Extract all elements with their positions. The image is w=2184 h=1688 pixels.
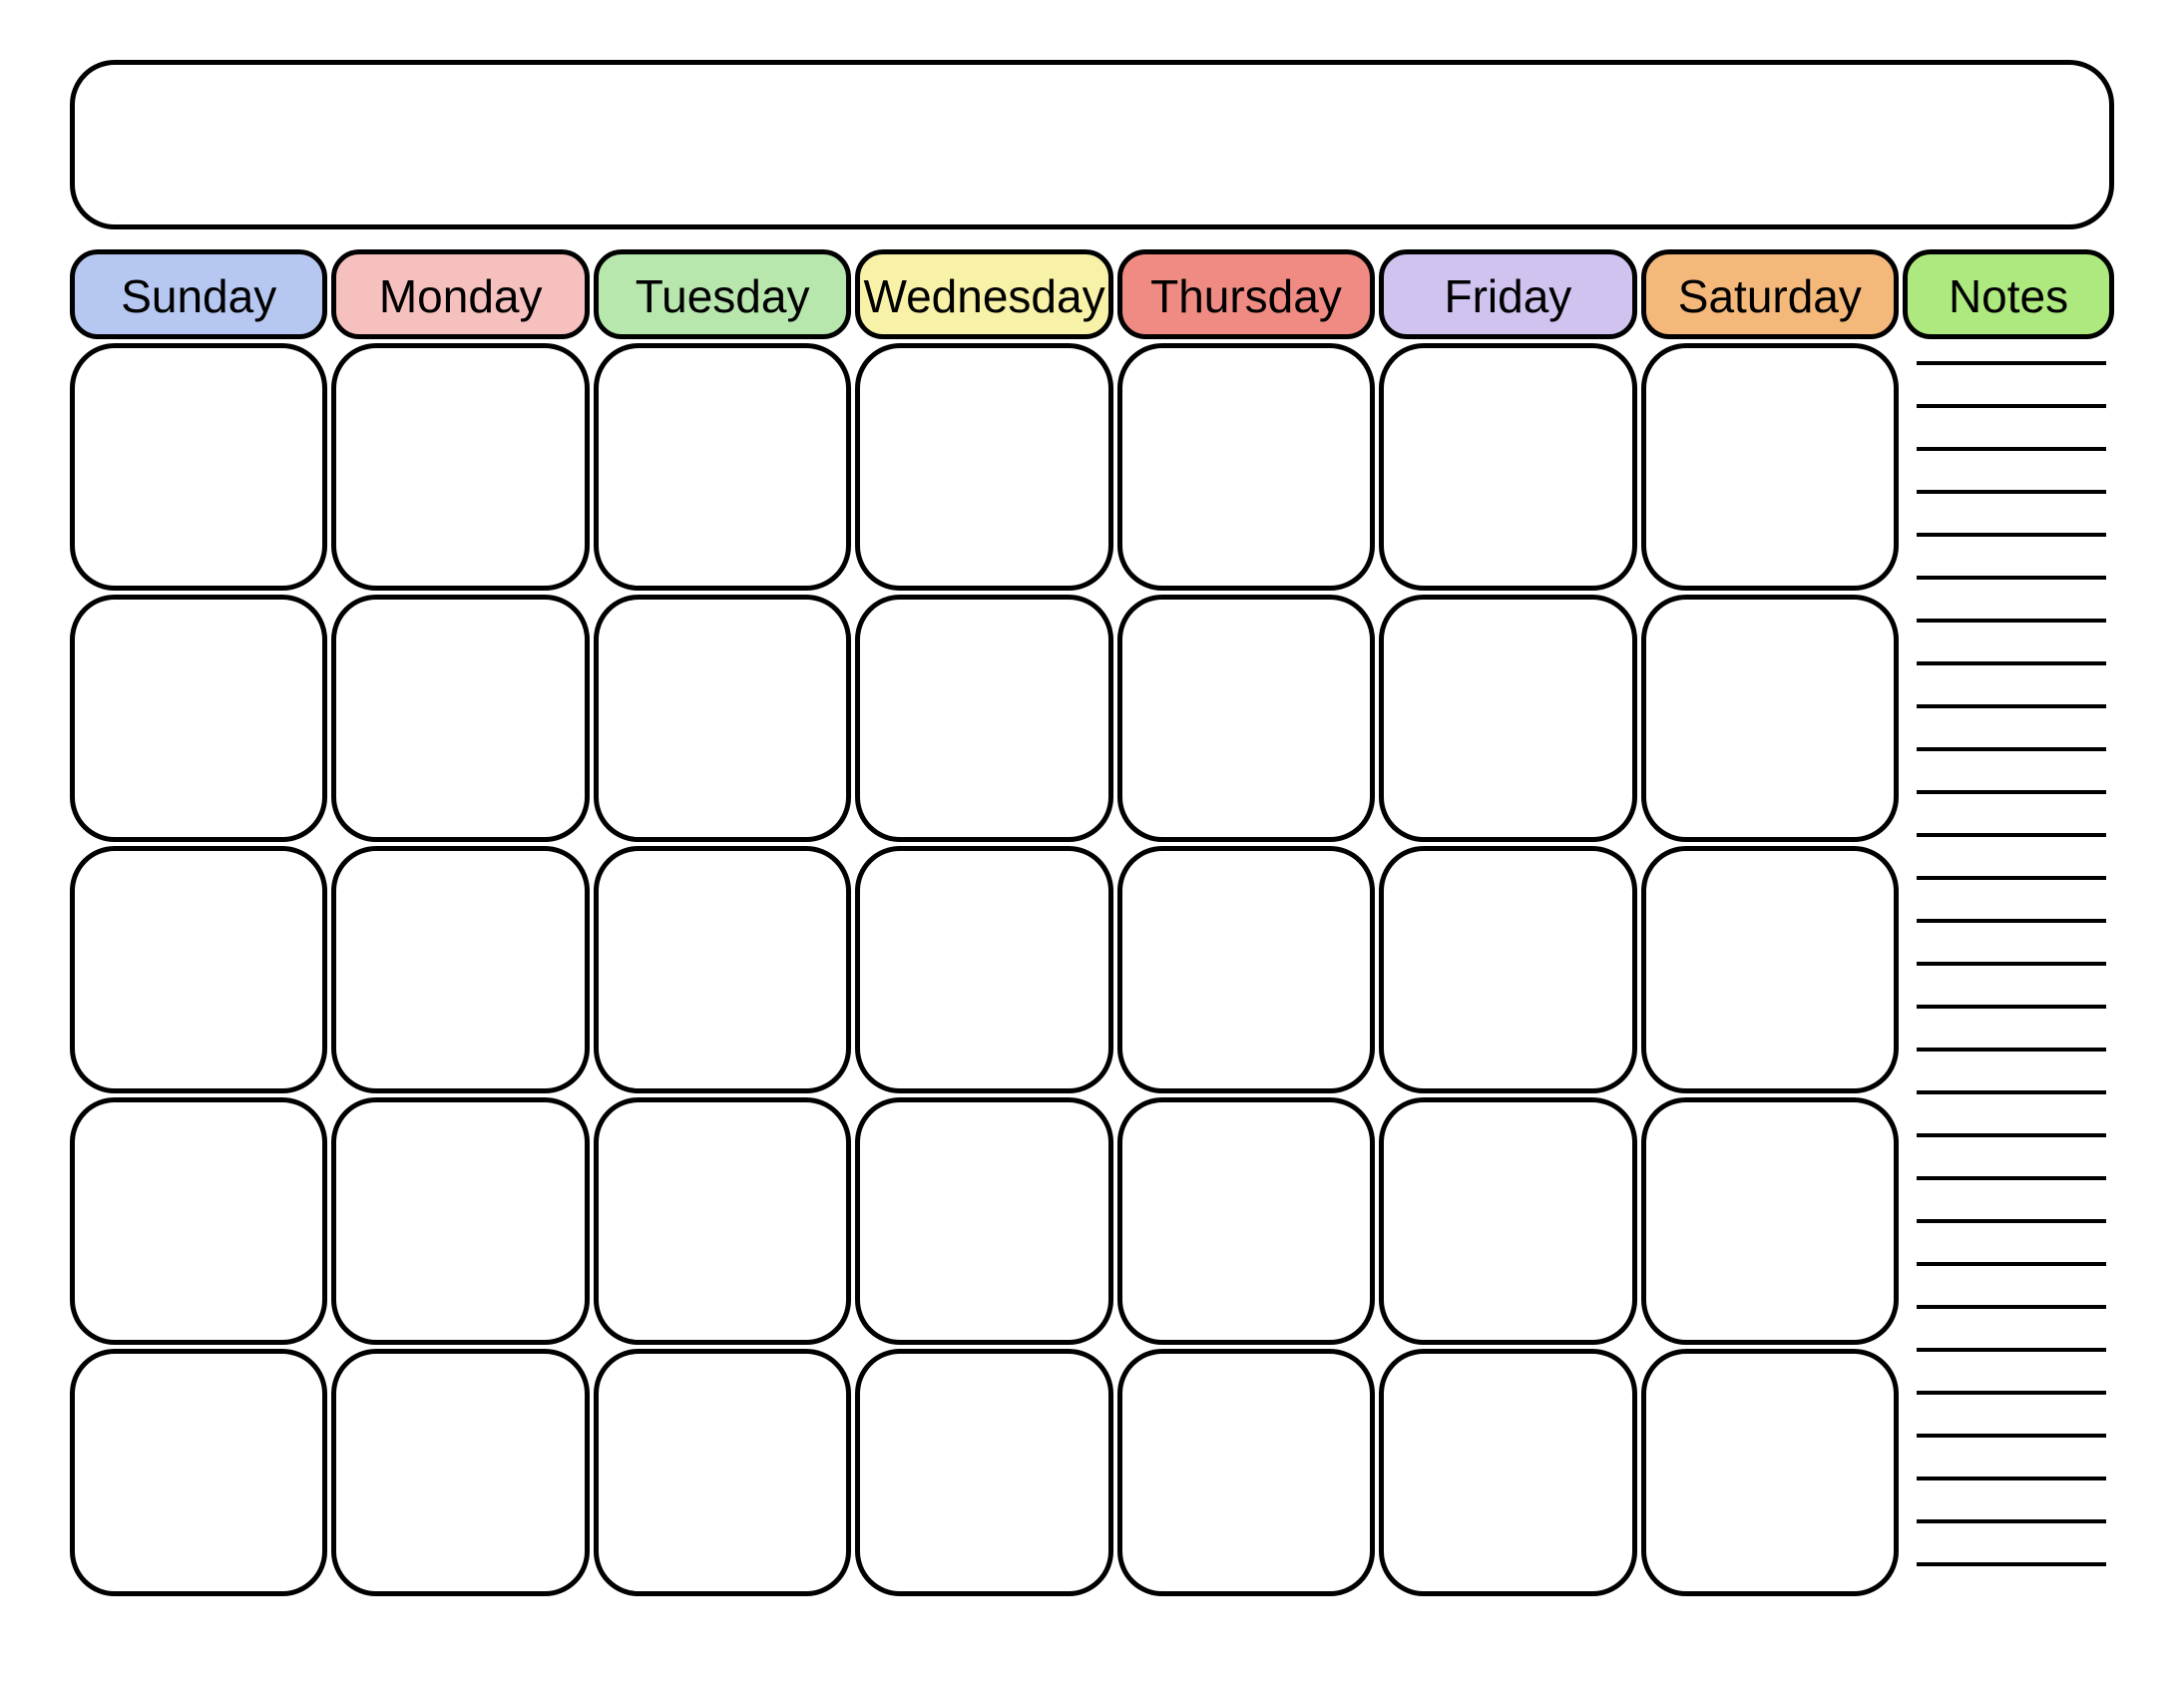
day-cell[interactable] <box>594 1097 851 1345</box>
day-cell[interactable] <box>855 846 1112 1093</box>
day-cell[interactable] <box>855 595 1112 842</box>
day-cell[interactable] <box>1641 846 1899 1093</box>
note-line[interactable] <box>1917 1048 2106 1052</box>
note-line[interactable] <box>1917 619 2106 623</box>
note-line[interactable] <box>1917 962 2106 966</box>
note-line[interactable] <box>1917 1219 2106 1223</box>
note-line[interactable] <box>1917 833 2106 837</box>
col-thursday: Thursday <box>1117 249 1375 1596</box>
note-line[interactable] <box>1917 1176 2106 1180</box>
col-saturday: Saturday <box>1641 249 1899 1596</box>
col-friday: Friday <box>1379 249 1636 1596</box>
day-cell[interactable] <box>331 343 589 591</box>
note-line[interactable] <box>1917 1305 2106 1309</box>
note-line[interactable] <box>1917 1005 2106 1009</box>
day-cell[interactable] <box>331 1097 589 1345</box>
col-notes: Notes <box>1903 249 2114 1596</box>
header-thursday: Thursday <box>1117 249 1375 339</box>
note-line[interactable] <box>1917 533 2106 537</box>
day-cell[interactable] <box>855 343 1112 591</box>
note-line[interactable] <box>1917 1090 2106 1094</box>
col-wednesday: Wednesday <box>855 249 1112 1596</box>
calendar-columns: Sunday Monday Tuesday Wednesday <box>70 249 2114 1596</box>
day-cell[interactable] <box>70 846 327 1093</box>
col-monday: Monday <box>331 249 589 1596</box>
header-sunday: Sunday <box>70 249 327 339</box>
note-line[interactable] <box>1917 661 2106 665</box>
header-tuesday: Tuesday <box>594 249 851 339</box>
day-cell[interactable] <box>1379 846 1636 1093</box>
day-cell[interactable] <box>70 1349 327 1596</box>
day-cell[interactable] <box>331 595 589 842</box>
note-line[interactable] <box>1917 576 2106 580</box>
day-cell[interactable] <box>70 1097 327 1345</box>
day-cell[interactable] <box>594 343 851 591</box>
day-cell[interactable] <box>1117 595 1375 842</box>
header-monday: Monday <box>331 249 589 339</box>
day-cell[interactable] <box>1117 1097 1375 1345</box>
day-cell[interactable] <box>594 846 851 1093</box>
note-line[interactable] <box>1917 404 2106 408</box>
note-line[interactable] <box>1917 919 2106 923</box>
col-sunday: Sunday <box>70 249 327 1596</box>
note-line[interactable] <box>1917 490 2106 494</box>
day-cell[interactable] <box>855 1097 1112 1345</box>
day-cell[interactable] <box>1641 595 1899 842</box>
day-cell[interactable] <box>1117 846 1375 1093</box>
note-line[interactable] <box>1917 1348 2106 1352</box>
day-cell[interactable] <box>1379 343 1636 591</box>
note-line[interactable] <box>1917 876 2106 880</box>
note-line[interactable] <box>1917 1391 2106 1395</box>
note-line[interactable] <box>1917 447 2106 451</box>
day-cell[interactable] <box>1641 1349 1899 1596</box>
note-line[interactable] <box>1917 1262 2106 1266</box>
note-line[interactable] <box>1917 704 2106 708</box>
day-cell[interactable] <box>331 1349 589 1596</box>
notes-body[interactable] <box>1903 343 2114 1596</box>
day-cell[interactable] <box>1117 1349 1375 1596</box>
calendar-page: Sunday Monday Tuesday Wednesday <box>0 0 2184 1688</box>
day-cell[interactable] <box>1379 1097 1636 1345</box>
day-cell[interactable] <box>70 595 327 842</box>
note-line[interactable] <box>1917 790 2106 794</box>
day-cell[interactable] <box>1379 595 1636 842</box>
note-line[interactable] <box>1917 747 2106 751</box>
day-cell[interactable] <box>331 846 589 1093</box>
note-line[interactable] <box>1917 1434 2106 1438</box>
day-cell[interactable] <box>1641 343 1899 591</box>
header-notes: Notes <box>1903 249 2114 339</box>
note-line[interactable] <box>1917 1477 2106 1480</box>
header-saturday: Saturday <box>1641 249 1899 339</box>
day-cell[interactable] <box>1641 1097 1899 1345</box>
note-line[interactable] <box>1917 1519 2106 1523</box>
day-cell[interactable] <box>70 343 327 591</box>
header-wednesday: Wednesday <box>855 249 1112 339</box>
day-cell[interactable] <box>594 1349 851 1596</box>
day-cell[interactable] <box>1117 343 1375 591</box>
note-line[interactable] <box>1917 1562 2106 1566</box>
col-tuesday: Tuesday <box>594 249 851 1596</box>
note-line[interactable] <box>1917 1133 2106 1137</box>
day-cell[interactable] <box>855 1349 1112 1596</box>
header-friday: Friday <box>1379 249 1636 339</box>
day-cell[interactable] <box>594 595 851 842</box>
day-cell[interactable] <box>1379 1349 1636 1596</box>
note-line[interactable] <box>1917 361 2106 365</box>
title-box[interactable] <box>70 60 2114 229</box>
